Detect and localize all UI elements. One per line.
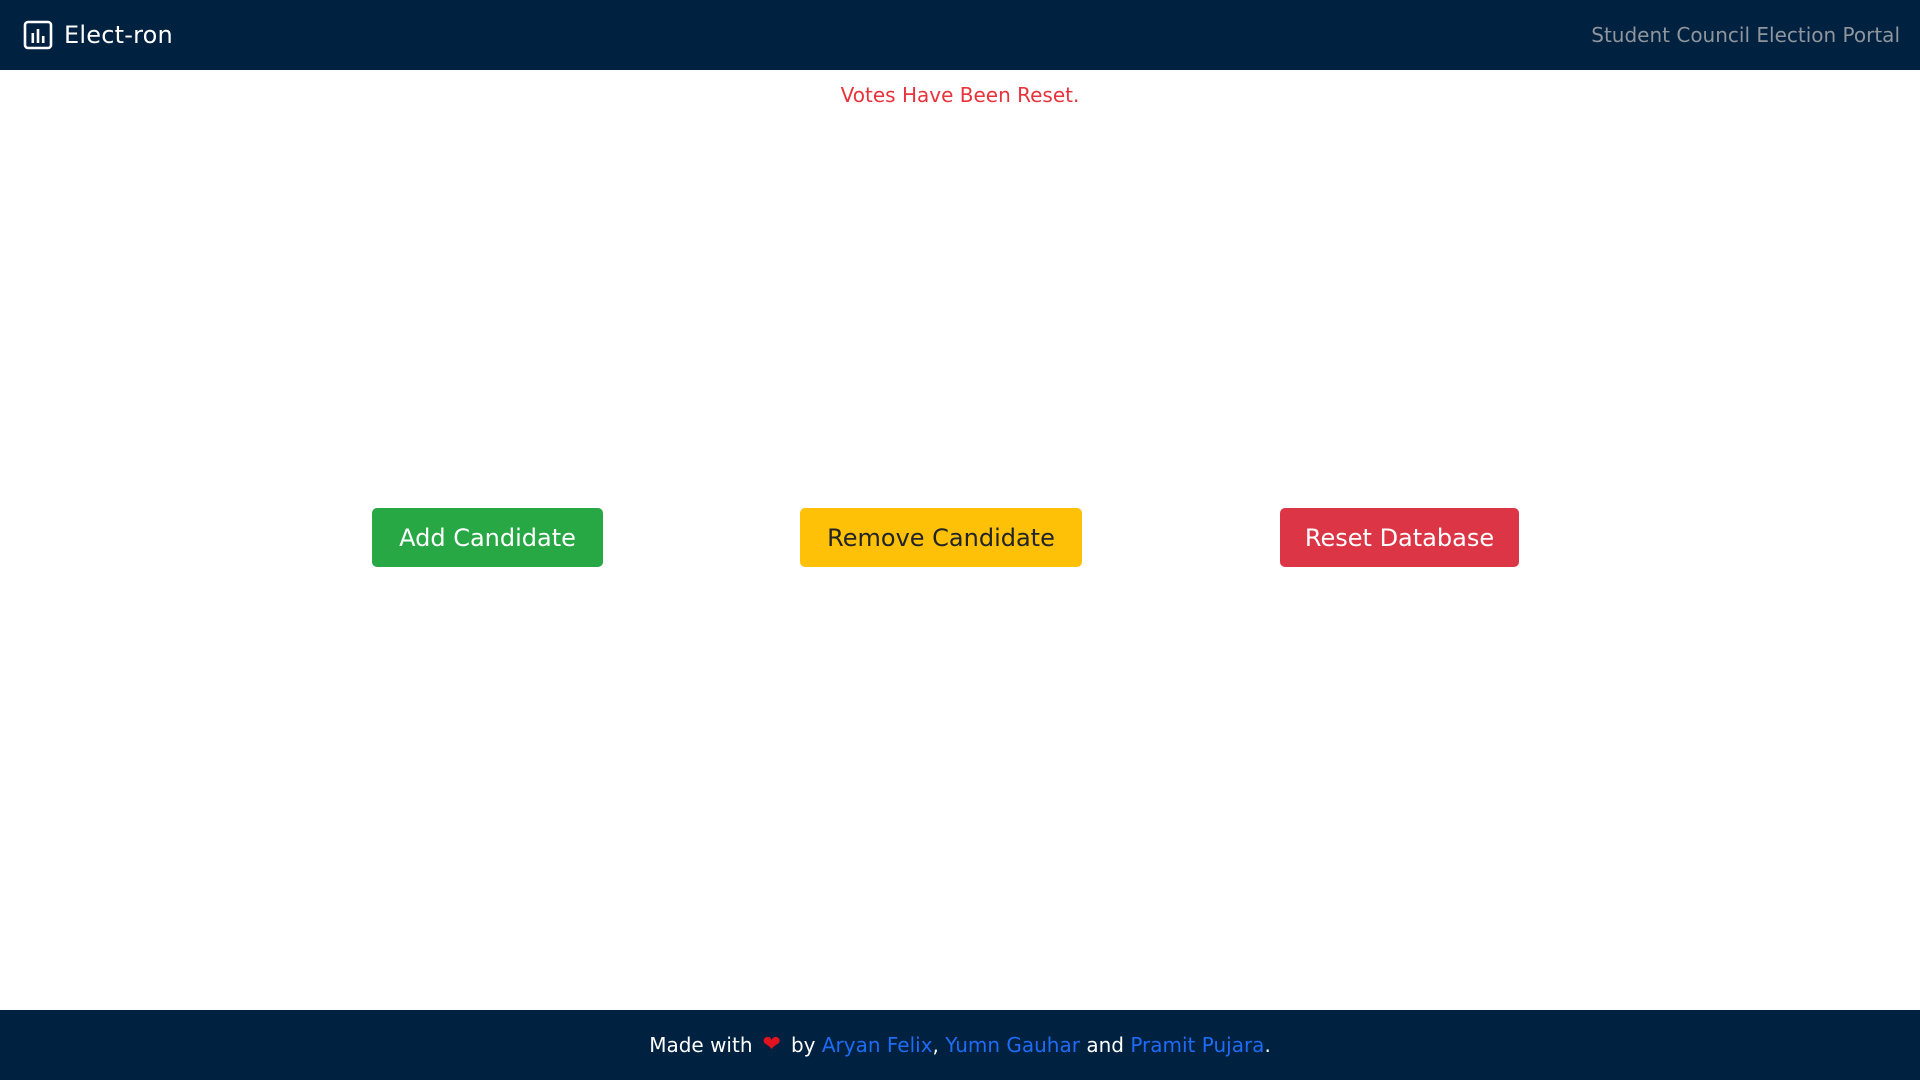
add-candidate-button[interactable]: Add Candidate — [372, 508, 603, 567]
reset-alert-message: Votes Have Been Reset. — [840, 83, 1080, 107]
portal-subtitle: Student Council Election Portal — [1591, 23, 1900, 47]
navbar: Elect-ron Student Council Election Porta… — [0, 0, 1920, 70]
brand-name: Elect-ron — [64, 21, 173, 49]
author-link-yumn-gauhar[interactable]: Yumn Gauhar — [945, 1033, 1080, 1057]
bar-chart-icon — [23, 20, 53, 50]
footer-made-with: Made with — [649, 1033, 753, 1057]
heart-icon: ❤ — [762, 1032, 781, 1057]
reset-database-button[interactable]: Reset Database — [1280, 508, 1519, 567]
brand-link[interactable]: Elect-ron — [23, 20, 173, 50]
remove-candidate-button[interactable]: Remove Candidate — [800, 508, 1082, 567]
author-link-aryan-felix[interactable]: Aryan Felix — [822, 1033, 933, 1057]
footer: Made with ❤ by Aryan Felix , Yumn Gauhar… — [0, 1010, 1920, 1080]
footer-by: by — [790, 1033, 816, 1057]
footer-and: and — [1086, 1033, 1124, 1057]
author-link-pramit-pujara[interactable]: Pramit Pujara — [1130, 1033, 1264, 1057]
footer-period: . — [1264, 1033, 1271, 1057]
